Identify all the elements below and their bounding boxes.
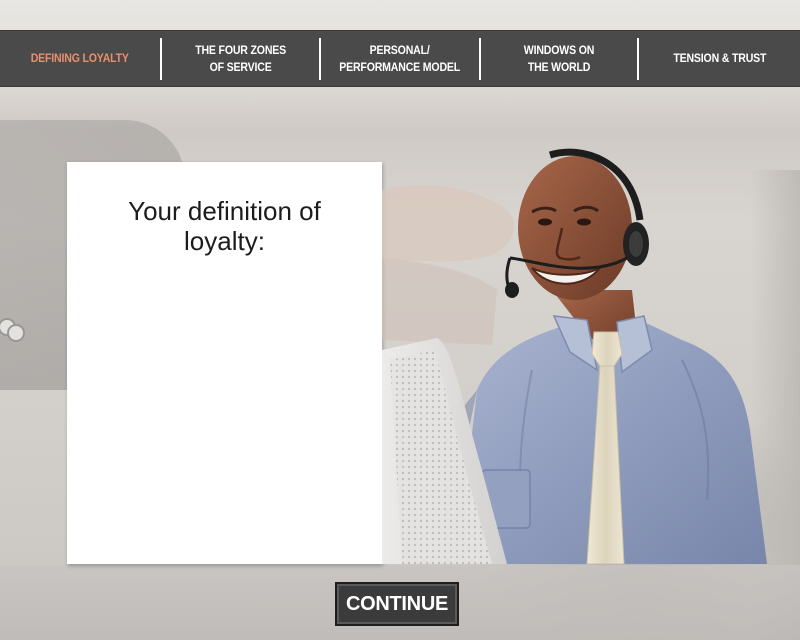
tab-label: THE FOUR ZONES OF SERVICE	[194, 42, 286, 74]
tab-label: WINDOWS ON THE WORLD	[523, 42, 595, 74]
agent-photo	[382, 140, 767, 564]
agent-illustration	[382, 148, 767, 564]
top-navigation: DEFINING LOYALTY THE FOUR ZONES OF SERVI…	[0, 30, 800, 87]
tab-defining-loyalty[interactable]: DEFINING LOYALTY	[0, 31, 160, 86]
tab-label: DEFINING LOYALTY	[30, 51, 129, 65]
tab-four-zones-of-service[interactable]: THE FOUR ZONES OF SERVICE	[162, 31, 320, 86]
card-heading: Your definition of loyalty:	[128, 196, 321, 256]
tab-label: TENSION & TRUST	[673, 51, 767, 65]
tab-label: PERSONAL/ PERFORMANCE MODEL	[339, 42, 461, 74]
tab-personal-performance-model[interactable]: PERSONAL/ PERFORMANCE MODEL	[321, 31, 479, 86]
slide-stage: DEFINING LOYALTY THE FOUR ZONES OF SERVI…	[0, 0, 800, 640]
background-jacket-button	[7, 324, 25, 342]
tab-windows-on-the-world[interactable]: WINDOWS ON THE WORLD	[481, 31, 638, 86]
continue-button-label: CONTINUE	[345, 592, 449, 615]
tab-tension-and-trust[interactable]: TENSION & TRUST	[639, 31, 800, 86]
definition-card: Your definition of loyalty:	[67, 162, 382, 564]
continue-button[interactable]: CONTINUE	[335, 582, 459, 626]
